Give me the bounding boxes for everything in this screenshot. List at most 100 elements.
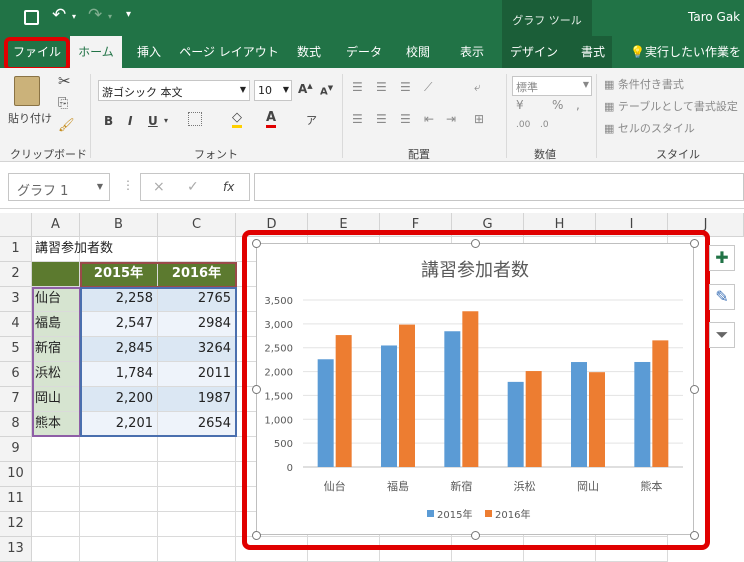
- cancel-icon[interactable]: ×: [153, 179, 165, 195]
- bar-2016-4[interactable]: [589, 372, 605, 467]
- grid-cell[interactable]: [32, 512, 80, 537]
- bar-2016-2[interactable]: [462, 311, 479, 467]
- chart-handle-bl[interactable]: [252, 531, 261, 540]
- row-header-6[interactable]: 6: [0, 362, 32, 387]
- row-header-5[interactable]: 5: [0, 337, 32, 362]
- cut-icon[interactable]: ✂: [58, 72, 71, 90]
- row-header-1[interactable]: 1: [0, 237, 32, 262]
- redo-icon[interactable]: ↷: [88, 5, 102, 25]
- chart-handle-tm[interactable]: [471, 239, 480, 248]
- increase-indent-icon[interactable]: ⇥: [446, 112, 456, 126]
- phonetic-icon[interactable]: ア: [306, 112, 317, 128]
- paste-button[interactable]: 貼り付け: [8, 110, 52, 126]
- conditional-format-button[interactable]: ▦ 条件付き書式: [604, 76, 684, 92]
- font-color-icon[interactable]: A: [266, 110, 277, 128]
- grid-cell[interactable]: [158, 487, 236, 512]
- bar-2016-5[interactable]: [652, 340, 669, 467]
- row-header-11[interactable]: 11: [0, 487, 32, 512]
- chevron-down-icon[interactable]: ▾: [164, 116, 168, 125]
- row-header-3[interactable]: 3: [0, 287, 32, 312]
- grid-cell[interactable]: [32, 537, 80, 562]
- tab-formulas[interactable]: 数式: [286, 36, 332, 68]
- tab-page-layout[interactable]: ページ レイアウト: [178, 36, 280, 68]
- undo-icon[interactable]: ↶: [52, 5, 66, 25]
- grid-cell[interactable]: [32, 437, 80, 462]
- grid-cell[interactable]: [80, 437, 158, 462]
- comma-style-icon[interactable]: ,: [576, 98, 580, 112]
- copy-icon[interactable]: ⎘: [58, 96, 68, 111]
- bar-2016-0[interactable]: [335, 335, 352, 467]
- decrease-indent-icon[interactable]: ⇤: [424, 112, 434, 126]
- grid-cell[interactable]: [158, 462, 236, 487]
- row-header-2[interactable]: 2: [0, 262, 32, 287]
- italic-icon[interactable]: I: [128, 114, 132, 128]
- font-size-select[interactable]: 10 ▼: [254, 80, 292, 101]
- grid-cell[interactable]: [80, 462, 158, 487]
- align-top-icon[interactable]: ☰: [352, 80, 363, 94]
- chart-title[interactable]: 講習参加者数: [421, 260, 529, 281]
- bar-2015-4[interactable]: [571, 362, 587, 467]
- grid-cell[interactable]: [80, 487, 158, 512]
- row-header-7[interactable]: 7: [0, 387, 32, 412]
- user-name[interactable]: Taro Gak: [688, 10, 740, 24]
- cell-a1[interactable]: 講習参加者数: [32, 237, 236, 262]
- grid-cell[interactable]: [158, 512, 236, 537]
- undo-dropdown-icon[interactable]: ▾: [72, 12, 76, 21]
- row-header-13[interactable]: 13: [0, 537, 32, 562]
- chart-filters-button[interactable]: ⏷: [709, 322, 735, 348]
- bar-2015-3[interactable]: [507, 381, 524, 467]
- column-header-a[interactable]: A: [32, 213, 80, 237]
- enter-icon[interactable]: ✓: [187, 179, 199, 195]
- chart-handle-tr[interactable]: [690, 239, 699, 248]
- decrease-decimal-icon[interactable]: .0: [540, 120, 549, 130]
- grid-cell[interactable]: [158, 537, 236, 562]
- formula-input[interactable]: [254, 173, 744, 201]
- format-painter-icon[interactable]: 🖌: [58, 118, 75, 133]
- chart-handle-ml[interactable]: [252, 385, 261, 394]
- bar-2015-0[interactable]: [317, 359, 334, 467]
- select-all-corner[interactable]: [0, 213, 32, 237]
- bar-2015-5[interactable]: [634, 361, 651, 467]
- align-bottom-icon[interactable]: ☰: [400, 80, 411, 94]
- grid-cell[interactable]: [80, 537, 158, 562]
- chart-elements-button[interactable]: ✚: [709, 245, 735, 271]
- align-left-icon[interactable]: ☰: [352, 112, 363, 126]
- tab-review[interactable]: 校閲: [394, 36, 442, 68]
- row-header-4[interactable]: 4: [0, 312, 32, 337]
- increase-decimal-icon[interactable]: .00: [516, 120, 530, 130]
- grid-cell[interactable]: [32, 462, 80, 487]
- borders-icon[interactable]: [188, 112, 202, 126]
- tell-me-box[interactable]: 💡実行したい作業を入: [630, 36, 744, 91]
- grow-font-icon[interactable]: A▲: [298, 82, 313, 96]
- wrap-text-icon[interactable]: ⤶: [474, 80, 481, 95]
- chart-handle-bm[interactable]: [471, 531, 480, 540]
- cell-a2[interactable]: [32, 262, 80, 287]
- currency-icon[interactable]: ¥: [516, 98, 524, 112]
- tab-view[interactable]: 表示: [448, 36, 496, 68]
- table-format-button[interactable]: ▦ テーブルとして書式設定: [604, 98, 738, 114]
- tab-insert[interactable]: 挿入: [126, 36, 172, 68]
- grid-cell[interactable]: [32, 487, 80, 512]
- row-header-10[interactable]: 10: [0, 462, 32, 487]
- row-header-12[interactable]: 12: [0, 512, 32, 537]
- percent-icon[interactable]: %: [552, 98, 563, 112]
- save-icon[interactable]: [24, 10, 39, 25]
- tab-home[interactable]: ホーム: [70, 36, 122, 68]
- legend-label[interactable]: 2016年: [495, 508, 530, 521]
- bold-icon[interactable]: B: [104, 114, 113, 128]
- shrink-font-icon[interactable]: A▼: [320, 84, 333, 97]
- name-box[interactable]: グラフ 1 ▼: [8, 173, 110, 201]
- chart-styles-button[interactable]: ✎: [709, 284, 735, 310]
- orientation-icon[interactable]: ⟋: [424, 80, 432, 95]
- chart-handle-mr[interactable]: [690, 385, 699, 394]
- qat-customize-icon[interactable]: ▾: [126, 9, 131, 20]
- font-name-select[interactable]: 游ゴシック 本文 ▼: [98, 80, 250, 101]
- cell-style-button[interactable]: ▦ セルのスタイル: [604, 120, 695, 136]
- merge-center-icon[interactable]: ⊞: [474, 112, 484, 126]
- tab-design[interactable]: デザイン: [506, 36, 562, 68]
- legend-label[interactable]: 2015年: [437, 508, 472, 521]
- align-center-icon[interactable]: ☰: [376, 112, 387, 126]
- tab-format[interactable]: 書式: [568, 36, 618, 68]
- tab-data[interactable]: データ: [338, 36, 390, 68]
- bar-2015-1[interactable]: [381, 345, 397, 467]
